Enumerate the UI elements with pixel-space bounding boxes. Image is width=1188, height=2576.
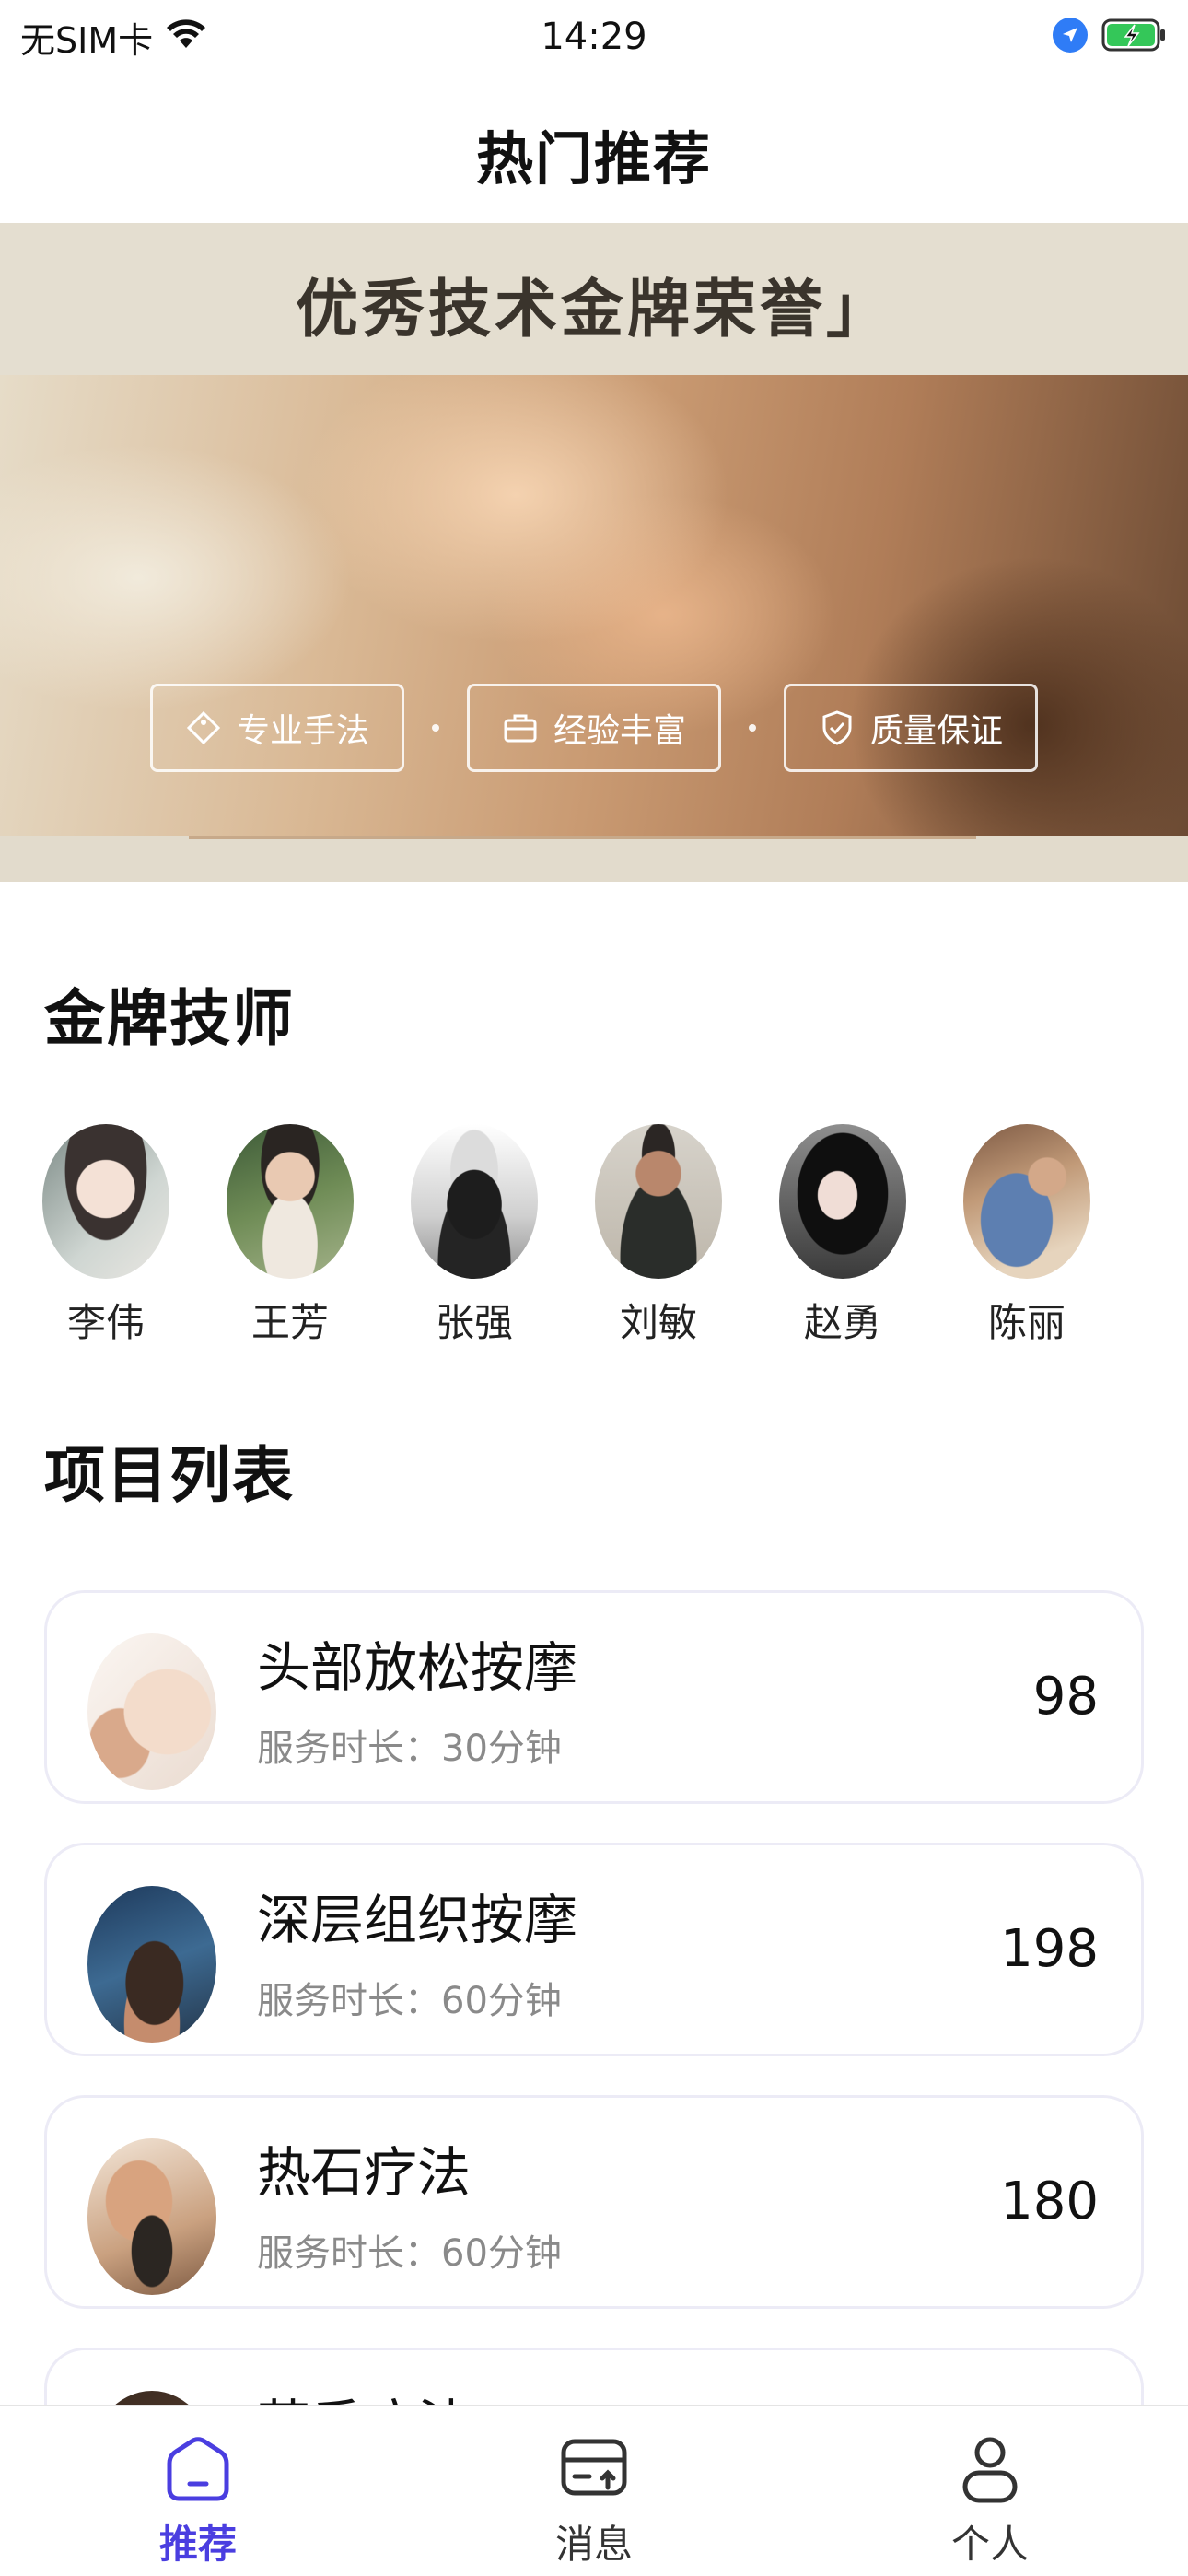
project-price: 198: [1000, 1919, 1099, 1979]
technician-item[interactable]: 赵勇: [779, 1124, 906, 1354]
technician-name: 王芳: [250, 1300, 329, 1345]
avatar: [411, 1124, 538, 1279]
technicians-section-title: 金牌技师: [44, 983, 295, 1054]
person-icon: [962, 2437, 1018, 2503]
technician-item[interactable]: 刘敏: [595, 1124, 722, 1354]
badge-label: 经验丰富: [553, 712, 686, 750]
project-thumbnail: [87, 1886, 216, 2043]
technician-list: 李伟 王芳 张强 刘敏 赵勇 陈丽: [42, 1124, 1175, 1354]
briefcase-icon: [504, 714, 537, 743]
project-name: 头部放松按摩: [257, 1636, 578, 1699]
technician-name: 李伟: [66, 1300, 145, 1345]
avatar: [779, 1124, 906, 1279]
tab-recommend[interactable]: 推荐: [0, 2406, 396, 2576]
badge-label: 专业手法: [236, 712, 369, 750]
banner-footer-strip: [0, 836, 1188, 882]
project-card[interactable]: 深层组织按摩 服务时长：60分钟 198: [44, 1843, 1144, 2056]
project-thumbnail: [87, 1633, 216, 1790]
technician-item[interactable]: 张强: [411, 1124, 538, 1354]
technician-name: 陈丽: [987, 1300, 1066, 1345]
promo-banner[interactable]: 优秀技术金牌荣誉」 专业手法 经验丰富 质量保证: [0, 223, 1188, 882]
avatar: [595, 1124, 722, 1279]
status-time: 14:29: [541, 16, 647, 58]
tab-label: 个人: [950, 2522, 1029, 2567]
banner-divider: [189, 836, 976, 839]
home-icon: [167, 2437, 229, 2501]
tab-label: 推荐: [158, 2522, 237, 2567]
avatar: [963, 1124, 1090, 1279]
technician-name: 赵勇: [803, 1300, 881, 1345]
banner-headline-text: 优秀技术金牌荣誉: [295, 273, 826, 346]
project-name: 热石疗法: [257, 2141, 472, 2204]
navigation-bar: 热门推荐: [0, 77, 1188, 221]
project-duration: 服务时长：30分钟: [257, 1727, 562, 1770]
badge-professional: 专业手法: [150, 684, 404, 772]
technician-name: 刘敏: [619, 1300, 697, 1345]
page-title: 热门推荐: [475, 125, 712, 193]
tab-label: 消息: [554, 2522, 633, 2567]
badge-separator: [749, 724, 756, 732]
app-screen: 无SIM卡 14:29 热门推荐 优秀技术金牌荣誉」 专业手法 经验丰富 质量保…: [0, 0, 1188, 2576]
project-duration: 服务时长：60分钟: [257, 1980, 562, 2022]
avatar: [42, 1124, 169, 1279]
technician-item[interactable]: 李伟: [42, 1124, 169, 1354]
project-card[interactable]: 头部放松按摩 服务时长：30分钟 98: [44, 1590, 1144, 1804]
badge-quality: 质量保证: [784, 684, 1038, 772]
technician-item[interactable]: 陈丽: [963, 1124, 1090, 1354]
status-right: [1052, 13, 1168, 61]
projects-section-title: 项目列表: [44, 1440, 295, 1511]
technician-name: 张强: [435, 1300, 513, 1345]
message-icon: [561, 2439, 627, 2496]
technician-item[interactable]: 王芳: [227, 1124, 354, 1354]
shield-check-icon: [822, 710, 852, 745]
tab-bar: 推荐 消息 个人: [0, 2405, 1188, 2576]
tag-icon: [186, 710, 221, 745]
badge-experience: 经验丰富: [467, 684, 721, 772]
project-name: 深层组织按摩: [257, 1889, 578, 1951]
tab-profile[interactable]: 个人: [792, 2406, 1188, 2576]
project-thumbnail: [87, 2138, 216, 2295]
tab-messages[interactable]: 消息: [396, 2406, 792, 2576]
status-bar: 无SIM卡 14:29: [0, 0, 1188, 77]
project-price: 180: [1000, 2172, 1099, 2231]
project-duration: 服务时长：60分钟: [257, 2232, 562, 2275]
project-price: 98: [1032, 1667, 1099, 1727]
avatar: [227, 1124, 354, 1279]
badge-label: 质量保证: [869, 712, 1003, 750]
banner-badges: 专业手法 经验丰富 质量保证: [0, 684, 1188, 772]
project-card[interactable]: 热石疗法 服务时长：60分钟 180: [44, 2095, 1144, 2309]
banner-header-strip: 优秀技术金牌荣誉」: [0, 223, 1188, 375]
banner-headline-bracket: 」: [826, 273, 893, 346]
badge-separator: [432, 724, 439, 732]
location-arrow-icon: [1052, 17, 1089, 57]
battery-charging-icon: [1101, 17, 1168, 57]
banner-headline: 优秀技术金牌荣誉」: [0, 258, 1188, 349]
